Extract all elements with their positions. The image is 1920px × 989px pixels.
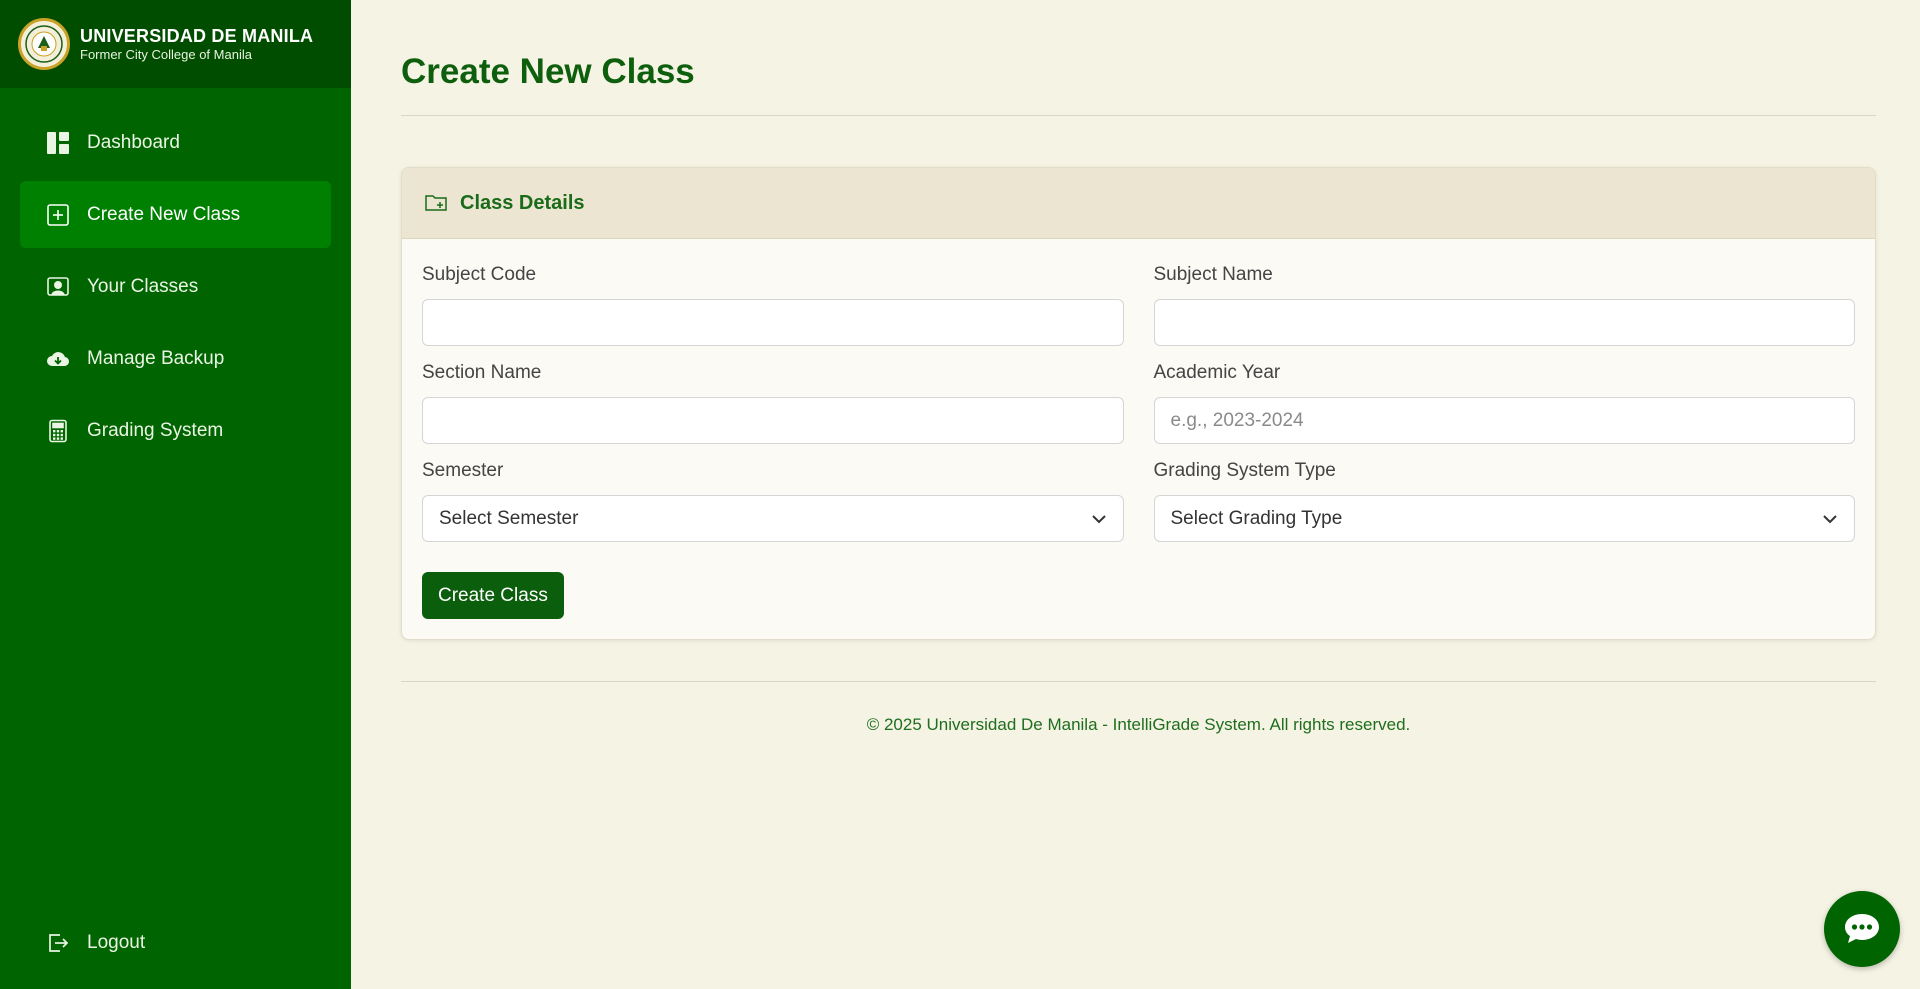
university-seal-logo	[18, 18, 70, 70]
brand-title: UNIVERSIDAD DE MANILA	[80, 26, 314, 46]
sidebar-item-manage-backup[interactable]: Manage Backup	[20, 325, 331, 392]
semester-select[interactable]: Select Semester	[422, 495, 1124, 542]
semester-selected-value: Select Semester	[439, 507, 579, 529]
sidebar: UNIVERSIDAD DE MANILA Former City Colleg…	[0, 0, 351, 989]
logout-button[interactable]: Logout	[20, 909, 331, 976]
sidebar-item-label: Create New Class	[87, 203, 241, 225]
class-form: Subject Code Subject Name Section Name A…	[402, 239, 1875, 639]
academic-year-input[interactable]	[1153, 397, 1855, 444]
chevron-down-icon	[1091, 514, 1106, 523]
calculator-icon	[49, 419, 67, 442]
chat-button[interactable]	[1824, 891, 1900, 967]
sidebar-item-grading-system[interactable]: Grading System	[20, 397, 331, 464]
subject-code-input[interactable]	[422, 299, 1124, 346]
cloud-download-icon	[47, 351, 70, 366]
logout-icon	[49, 933, 69, 952]
grading-type-select[interactable]: Select Grading Type	[1153, 495, 1855, 542]
chat-bubble-icon	[1845, 914, 1879, 943]
brand-subtitle: Former City College of Manila	[80, 47, 252, 62]
card-title: Class Details	[460, 191, 585, 214]
chevron-down-icon	[1823, 514, 1837, 523]
section-name-label: Section Name	[422, 362, 542, 383]
subject-name-input[interactable]	[1153, 299, 1855, 346]
dashboard-icon	[47, 131, 69, 154]
subject-code-label: Subject Code	[422, 264, 537, 285]
grading-type-label: Grading System Type	[1153, 460, 1336, 481]
sidebar-item-dashboard[interactable]: Dashboard	[20, 109, 331, 176]
plus-square-icon	[47, 203, 69, 226]
divider	[401, 115, 1876, 116]
sidebar-item-your-classes[interactable]: Your Classes	[20, 253, 331, 320]
semester-label: Semester	[422, 460, 504, 481]
sidebar-item-label: Your Classes	[87, 275, 199, 297]
sidebar-item-label: Grading System	[87, 419, 224, 441]
footer-copyright: © 2025 Universidad De Manila - IntelliGr…	[866, 715, 1411, 734]
page-title: Create New Class	[401, 52, 695, 91]
logout-label: Logout	[87, 931, 146, 953]
brand-header: UNIVERSIDAD DE MANILA Former City Colleg…	[0, 0, 351, 88]
main-content: Create New Class Class Details Subject C…	[401, 0, 1876, 735]
sidebar-item-create-new-class[interactable]: Create New Class	[20, 181, 331, 248]
create-class-button[interactable]: Create Class	[422, 572, 564, 619]
divider	[401, 681, 1876, 682]
section-name-input[interactable]	[422, 397, 1124, 444]
card-header: Class Details	[402, 168, 1875, 239]
grading-type-selected-value: Select Grading Type	[1170, 507, 1343, 529]
class-details-card: Class Details Subject Code Subject Name …	[401, 167, 1876, 640]
sidebar-item-label: Manage Backup	[87, 347, 225, 369]
folder-plus-icon	[425, 195, 447, 211]
person-board-icon	[47, 276, 69, 296]
sidebar-nav: Dashboard Create New Class Your Classes	[20, 109, 331, 469]
academic-year-label: Academic Year	[1153, 362, 1281, 383]
subject-name-label: Subject Name	[1153, 264, 1273, 285]
sidebar-item-label: Dashboard	[87, 131, 180, 153]
